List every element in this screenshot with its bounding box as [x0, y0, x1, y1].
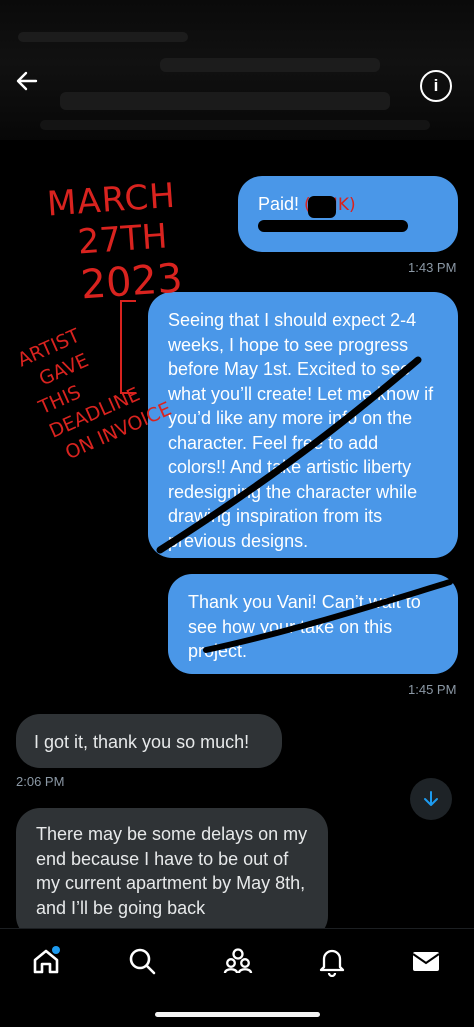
redaction-mark [40, 120, 430, 130]
message-text: Paid! [258, 194, 305, 214]
redaction-mark [160, 58, 380, 72]
timestamp: 2:06 PM [16, 774, 65, 789]
bottom-tab-bar [0, 928, 474, 1027]
communities-icon[interactable] [222, 945, 254, 977]
redacted-header-area [0, 0, 474, 140]
home-indicator [155, 1012, 320, 1017]
scroll-down-button[interactable] [410, 778, 452, 820]
message-bubble-outgoing[interactable]: Paid! (LINK) [238, 176, 458, 252]
strike-scribble [203, 579, 453, 653]
info-icon[interactable]: i [420, 70, 452, 102]
message-bubble-incoming[interactable]: There may be some delays on my end becau… [16, 808, 328, 940]
search-icon[interactable] [126, 945, 158, 977]
timestamp: 1:43 PM [408, 260, 457, 275]
mail-icon[interactable] [410, 945, 442, 977]
arrow-left-icon[interactable] [14, 68, 40, 94]
message-bubble-outgoing[interactable]: Thank you Vani! Can’t wait to see how yo… [168, 574, 458, 674]
arrow-down-icon [424, 791, 438, 806]
strike-scribble [156, 356, 422, 554]
bell-icon[interactable] [316, 945, 348, 978]
message-bubble-incoming[interactable]: I got it, thank you so much! [16, 714, 282, 768]
redaction-mark [18, 32, 188, 42]
home-icon[interactable] [30, 945, 62, 977]
message-text: I got it, thank you so much! [34, 732, 250, 752]
message-text: There may be some delays on my end becau… [36, 824, 308, 918]
redaction-scribble [258, 220, 408, 232]
redaction-mark [60, 92, 390, 110]
timestamp: 1:45 PM [408, 682, 457, 697]
annotation-date: MARCH 27TH 2023 [45, 175, 185, 309]
redaction-scribble [308, 196, 336, 218]
message-bubble-outgoing[interactable]: Seeing that I should expect 2-4 weeks, I… [148, 292, 458, 558]
